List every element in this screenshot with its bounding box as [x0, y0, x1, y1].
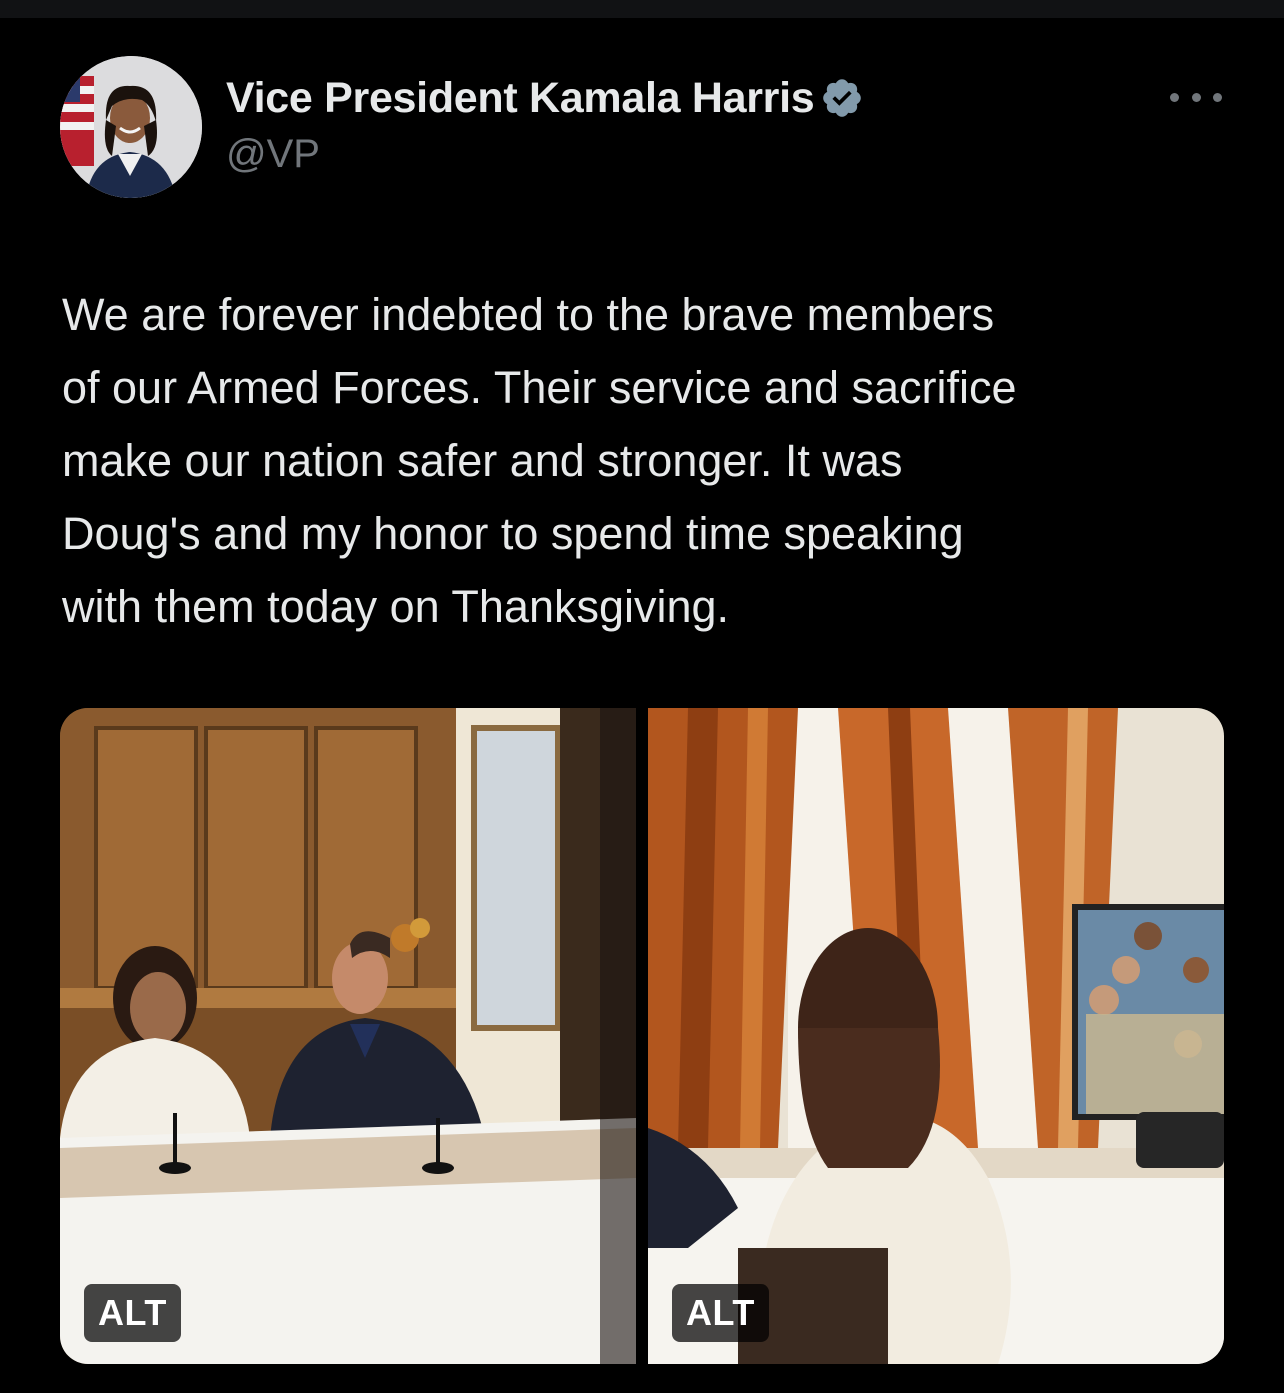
photo-image	[60, 708, 636, 1364]
author-display-name[interactable]: Vice President Kamala Harris	[226, 74, 815, 123]
more-dot	[1213, 92, 1222, 102]
tweet-text-line: We are forever indebted to the brave mem…	[62, 289, 995, 340]
alt-text-button[interactable]: ALT	[84, 1284, 181, 1342]
status-bar	[0, 0, 1284, 18]
tweet-text-line: make our nation safer and stronger. It w…	[62, 435, 903, 486]
more-dot	[1191, 92, 1201, 102]
tweet-photo-2[interactable]: ALT	[648, 708, 1224, 1364]
more-dot	[1170, 92, 1179, 102]
tweet-text-line: Doug's and my honor to spend time speaki…	[62, 508, 964, 559]
tweet-text: We are forever indebted to the brave mem…	[62, 278, 1242, 643]
verified-badge-icon	[820, 76, 864, 120]
tweet-photo-1[interactable]: ALT	[60, 708, 636, 1364]
tweet-text-line: with them today on Thanksgiving.	[62, 581, 730, 632]
more-horizontal-icon[interactable]	[1170, 84, 1222, 110]
author-name-row[interactable]: Vice President Kamala Harris	[226, 70, 864, 126]
avatar-image	[60, 56, 202, 198]
tweet-text-line: of our Armed Forces. Their service and s…	[62, 362, 1017, 413]
avatar[interactable]	[60, 56, 202, 198]
photo-image	[648, 708, 1224, 1364]
author-handle[interactable]: @VP	[226, 132, 320, 177]
alt-text-button[interactable]: ALT	[672, 1284, 769, 1342]
tweet-media-grid: ALT ALT	[60, 708, 1224, 1364]
